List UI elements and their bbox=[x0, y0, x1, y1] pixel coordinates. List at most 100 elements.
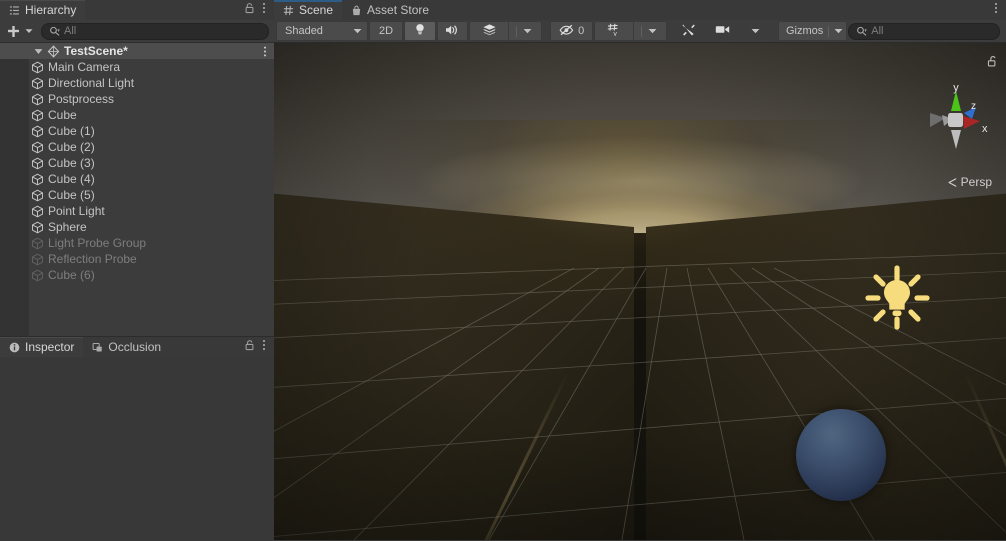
chevron-left-icon bbox=[948, 177, 957, 187]
hierarchy-item[interactable]: Cube (4) bbox=[0, 171, 274, 187]
scene-camera-dropdown[interactable] bbox=[741, 21, 771, 41]
hierarchy-icon bbox=[8, 4, 20, 16]
hidden-objects-button[interactable]: 0 bbox=[550, 21, 594, 41]
scene-render: y x z Persp bbox=[274, 43, 1006, 540]
tab-scene[interactable]: Scene bbox=[274, 0, 343, 20]
occlusion-icon bbox=[91, 341, 103, 353]
foldout-arrow-icon[interactable] bbox=[30, 48, 46, 55]
scene-viewport[interactable]: y x z Persp bbox=[274, 43, 1006, 540]
hierarchy-tab-buttons bbox=[244, 2, 274, 20]
hierarchy-item-label: Main Camera bbox=[48, 60, 121, 74]
hierarchy-item[interactable]: Postprocess bbox=[0, 91, 274, 107]
gameobject-cube-icon bbox=[30, 252, 44, 266]
tab-hierarchy-label: Hierarchy bbox=[25, 3, 77, 17]
inspector-tabstrip: Inspector Occlusion bbox=[0, 336, 274, 357]
fx-dropdown-button[interactable] bbox=[508, 21, 543, 41]
hidden-objects-count: 0 bbox=[578, 25, 585, 37]
scene-tools-button[interactable] bbox=[672, 21, 704, 41]
hierarchy-item[interactable]: Main Camera bbox=[0, 59, 274, 75]
lock-icon[interactable] bbox=[244, 2, 255, 17]
grid-visibility-button[interactable]: y bbox=[594, 21, 634, 41]
toggle-2d-button[interactable]: 2D bbox=[369, 21, 403, 41]
hierarchy-item-label: Cube (1) bbox=[48, 124, 95, 138]
toggle-fx-button[interactable] bbox=[469, 21, 509, 41]
search-icon bbox=[50, 26, 60, 36]
kebab-menu-icon[interactable] bbox=[262, 2, 266, 17]
unity-editor-window: Hierarchy All TestScene* Main Camera Dir… bbox=[0, 0, 1006, 541]
sphere-mesh[interactable] bbox=[796, 409, 886, 501]
grid-toggle-group: y bbox=[594, 21, 668, 41]
camera-projection-toggle[interactable]: Persp bbox=[947, 175, 992, 189]
scene-camera-button[interactable] bbox=[705, 21, 741, 41]
scene-search-input[interactable]: All bbox=[848, 22, 1001, 40]
hierarchy-item[interactable]: Directional Light bbox=[0, 75, 274, 91]
tab-occlusion-label: Occlusion bbox=[108, 340, 162, 354]
gameobject-cube-icon bbox=[30, 188, 44, 202]
gameobject-cube-icon bbox=[30, 108, 44, 122]
grid-axis-icon: y bbox=[607, 23, 621, 39]
divider bbox=[516, 25, 518, 37]
gameobject-cube-icon bbox=[30, 204, 44, 218]
hierarchy-item[interactable]: Sphere bbox=[0, 219, 274, 235]
hierarchy-item[interactable]: Reflection Probe bbox=[0, 251, 274, 267]
light-bulb-gizmo-icon bbox=[865, 265, 930, 330]
tab-asset-store[interactable]: Asset Store bbox=[342, 0, 438, 20]
kebab-menu-icon[interactable] bbox=[994, 2, 998, 17]
gizmos-label: Gizmos bbox=[785, 25, 824, 37]
grid-dropdown-button[interactable] bbox=[633, 21, 668, 41]
left-dock-column: Hierarchy All TestScene* Main Camera Dir… bbox=[0, 0, 274, 541]
tab-inspector-label: Inspector bbox=[25, 340, 75, 354]
scene-kebab-menu-icon[interactable] bbox=[263, 43, 267, 59]
tab-hierarchy[interactable]: Hierarchy bbox=[0, 0, 86, 20]
hierarchy-item-label: Point Light bbox=[48, 204, 105, 218]
gameobject-cube-icon bbox=[30, 140, 44, 154]
hierarchy-item[interactable]: Point Light bbox=[0, 203, 274, 219]
draw-mode-label: Shaded bbox=[285, 25, 323, 37]
svg-text:y: y bbox=[613, 29, 617, 36]
hierarchy-item-label: Cube (4) bbox=[48, 172, 95, 186]
axis-label-y: y bbox=[953, 83, 959, 94]
eye-off-icon bbox=[559, 24, 574, 39]
scene-search-placeholder: All bbox=[871, 25, 884, 37]
hierarchy-item[interactable]: Cube bbox=[0, 107, 274, 123]
toggle-lighting-button[interactable] bbox=[403, 21, 436, 41]
grid-hash-icon bbox=[282, 4, 294, 16]
scene-orientation-gizmo[interactable]: y x z bbox=[920, 82, 992, 155]
point-light-gizmo[interactable] bbox=[862, 263, 932, 333]
effects-stack-icon bbox=[482, 23, 497, 39]
hierarchy-list[interactable]: TestScene* Main Camera Directional Light P… bbox=[0, 43, 274, 336]
info-icon bbox=[8, 341, 20, 353]
hierarchy-item-label: Cube bbox=[48, 108, 77, 122]
hierarchy-scene-name: TestScene* bbox=[64, 44, 128, 58]
fx-toggle-group bbox=[469, 21, 546, 41]
scene-camera-group bbox=[705, 21, 774, 41]
lock-icon[interactable] bbox=[244, 339, 255, 354]
hierarchy-item-label: Sphere bbox=[48, 220, 87, 234]
hierarchy-item[interactable]: Cube (3) bbox=[0, 155, 274, 171]
hierarchy-item[interactable]: Cube (6) bbox=[0, 267, 274, 283]
hierarchy-item-label: Cube (3) bbox=[48, 156, 95, 170]
gameobject-cube-icon bbox=[30, 92, 44, 106]
hierarchy-scene-row[interactable]: TestScene* bbox=[0, 43, 274, 59]
tab-occlusion[interactable]: Occlusion bbox=[83, 337, 170, 357]
hierarchy-search-input[interactable]: All bbox=[41, 22, 269, 40]
hierarchy-item[interactable]: Light Probe Group bbox=[0, 235, 274, 251]
hierarchy-item-label: Light Probe Group bbox=[48, 236, 147, 250]
hierarchy-item-label: Postprocess bbox=[48, 92, 115, 106]
lightbulb-icon bbox=[414, 23, 426, 39]
draw-mode-dropdown[interactable]: Shaded bbox=[276, 21, 369, 41]
create-gameobject-button[interactable] bbox=[3, 22, 37, 40]
hierarchy-item[interactable]: Cube (1) bbox=[0, 123, 274, 139]
toggle-audio-button[interactable] bbox=[436, 21, 469, 41]
search-icon bbox=[857, 26, 867, 36]
viewport-lock-toggle[interactable] bbox=[987, 55, 998, 71]
hierarchy-item-label: Reflection Probe bbox=[48, 252, 137, 266]
gameobject-cube-icon bbox=[30, 236, 44, 250]
gizmos-dropdown[interactable]: Gizmos bbox=[777, 21, 848, 41]
hierarchy-item[interactable]: Cube (5) bbox=[0, 187, 274, 203]
hierarchy-item[interactable]: Cube (2) bbox=[0, 139, 274, 155]
axis-label-z: z bbox=[971, 101, 976, 112]
plus-icon bbox=[8, 25, 19, 37]
tab-inspector[interactable]: Inspector bbox=[0, 337, 84, 357]
kebab-menu-icon[interactable] bbox=[262, 339, 266, 354]
